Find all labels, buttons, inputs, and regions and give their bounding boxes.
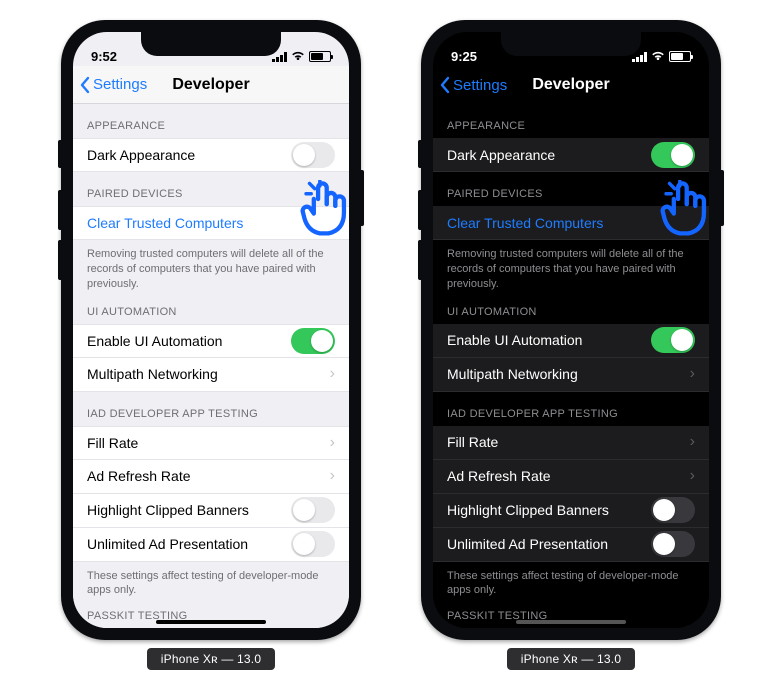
row-highlight-clipped[interactable]: Highlight Clipped Banners xyxy=(433,494,709,528)
row-ad-refresh-rate[interactable]: Ad Refresh Rate › xyxy=(433,460,709,494)
home-indicator[interactable] xyxy=(516,620,626,624)
chevron-right-icon: › xyxy=(330,434,335,452)
phone-frame-dark: 9:25 Settings Developer APPEARANC xyxy=(421,20,721,640)
chevron-right-icon: › xyxy=(690,365,695,383)
row-label: Ad Refresh Rate xyxy=(87,468,330,484)
row-label: Dark Appearance xyxy=(87,147,291,163)
row-label: Unlimited Ad Presentation xyxy=(447,536,651,552)
ui-automation-toggle[interactable] xyxy=(291,328,335,354)
chevron-right-icon: › xyxy=(690,433,695,451)
section-header-iad: IAD DEVELOPER APP TESTING xyxy=(433,392,709,426)
notch xyxy=(501,32,641,56)
row-label: Multipath Networking xyxy=(87,366,330,382)
section-header-uiauto: UI AUTOMATION xyxy=(433,298,709,324)
section-footer-iad: These settings affect testing of develop… xyxy=(73,562,349,605)
row-label: Multipath Networking xyxy=(447,366,690,382)
navbar: Settings Developer xyxy=(433,66,709,104)
tap-hand-icon xyxy=(657,180,709,247)
row-fill-rate[interactable]: Fill Rate › xyxy=(433,426,709,460)
device-caption: iPhone Xʀ — 13.0 xyxy=(147,648,275,670)
row-multipath-networking[interactable]: Multipath Networking › xyxy=(73,358,349,392)
back-button[interactable]: Settings xyxy=(439,76,507,94)
row-label: Enable UI Automation xyxy=(447,332,651,348)
navbar: Settings Developer xyxy=(73,66,349,104)
row-label: Ad Refresh Rate xyxy=(447,468,690,484)
section-footer-paired: Removing trusted computers will delete a… xyxy=(433,240,709,298)
status-time: 9:25 xyxy=(451,49,477,64)
row-label: Enable UI Automation xyxy=(87,333,291,349)
screen-dark: 9:25 Settings Developer APPEARANC xyxy=(433,32,709,628)
back-label: Settings xyxy=(453,77,507,94)
row-label: Highlight Clipped Banners xyxy=(87,502,291,518)
row-fill-rate[interactable]: Fill Rate › xyxy=(73,426,349,460)
dark-appearance-toggle[interactable] xyxy=(651,142,695,168)
section-footer-paired: Removing trusted computers will delete a… xyxy=(73,240,349,298)
back-button[interactable]: Settings xyxy=(79,76,147,94)
row-label: Unlimited Ad Presentation xyxy=(87,536,291,552)
unlimited-ad-toggle[interactable] xyxy=(651,531,695,557)
row-unlimited-ad[interactable]: Unlimited Ad Presentation xyxy=(73,528,349,562)
ui-automation-toggle[interactable] xyxy=(651,327,695,353)
row-dark-appearance[interactable]: Dark Appearance xyxy=(433,138,709,172)
tap-hand-icon xyxy=(297,180,349,247)
row-enable-ui-automation[interactable]: Enable UI Automation xyxy=(73,324,349,358)
row-label: Fill Rate xyxy=(447,434,690,450)
unlimited-ad-toggle[interactable] xyxy=(291,531,335,557)
back-label: Settings xyxy=(93,76,147,93)
section-header-passkit: PASSKIT TESTING xyxy=(73,604,349,628)
row-label: Dark Appearance xyxy=(447,147,651,163)
row-unlimited-ad[interactable]: Unlimited Ad Presentation xyxy=(433,528,709,562)
row-ad-refresh-rate[interactable]: Ad Refresh Rate › xyxy=(73,460,349,494)
section-header-appearance: APPEARANCE xyxy=(433,104,709,138)
row-dark-appearance[interactable]: Dark Appearance xyxy=(73,138,349,172)
wifi-icon xyxy=(651,49,665,64)
chevron-right-icon: › xyxy=(330,467,335,485)
status-icons xyxy=(272,49,331,64)
row-highlight-clipped[interactable]: Highlight Clipped Banners xyxy=(73,494,349,528)
highlight-clipped-toggle[interactable] xyxy=(291,497,335,523)
section-header-uiauto: UI AUTOMATION xyxy=(73,298,349,324)
row-label: Fill Rate xyxy=(87,435,330,451)
chevron-left-icon xyxy=(79,76,91,94)
battery-icon xyxy=(309,51,331,62)
screen-light: 9:52 Settings Developer APPEARANC xyxy=(73,32,349,628)
chevron-right-icon: › xyxy=(330,365,335,383)
chevron-left-icon xyxy=(439,76,451,94)
phone-frame-light: 9:52 Settings Developer APPEARANC xyxy=(61,20,361,640)
home-indicator[interactable] xyxy=(156,620,266,624)
dark-appearance-toggle[interactable] xyxy=(291,142,335,168)
section-header-appearance: APPEARANCE xyxy=(73,104,349,138)
row-label: Highlight Clipped Banners xyxy=(447,502,651,518)
chevron-right-icon: › xyxy=(690,467,695,485)
row-enable-ui-automation[interactable]: Enable UI Automation xyxy=(433,324,709,358)
status-time: 9:52 xyxy=(91,49,117,64)
wifi-icon xyxy=(291,49,305,64)
device-caption: iPhone Xʀ — 13.0 xyxy=(507,648,635,670)
section-header-passkit: PASSKIT TESTING xyxy=(433,604,709,628)
notch xyxy=(141,32,281,56)
status-icons xyxy=(632,49,691,64)
section-header-iad: IAD DEVELOPER APP TESTING xyxy=(73,392,349,426)
section-footer-iad: These settings affect testing of develop… xyxy=(433,562,709,605)
highlight-clipped-toggle[interactable] xyxy=(651,497,695,523)
battery-icon xyxy=(669,51,691,62)
row-multipath-networking[interactable]: Multipath Networking › xyxy=(433,358,709,392)
